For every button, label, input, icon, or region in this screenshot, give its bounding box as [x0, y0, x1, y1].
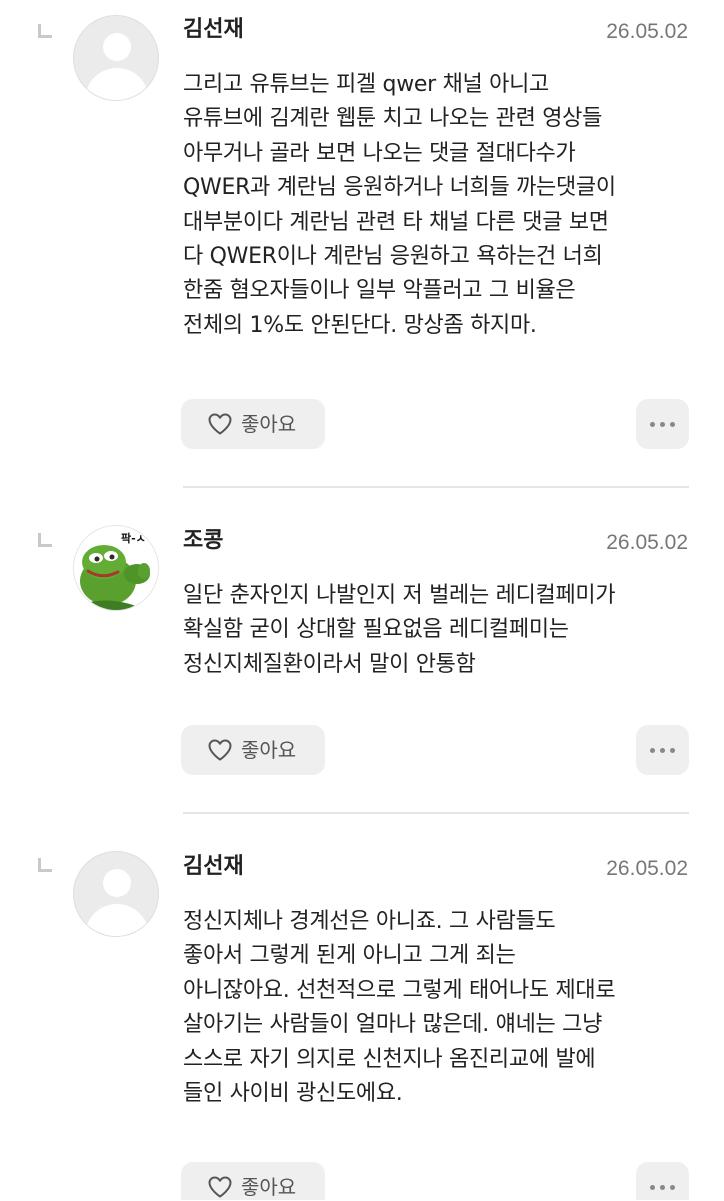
heart-icon	[208, 1176, 232, 1198]
avatar[interactable]	[73, 851, 159, 937]
like-button[interactable]: 좋아요	[181, 1162, 325, 1200]
comment-date: 26.05.02	[606, 857, 688, 880]
default-user-icon	[103, 869, 131, 897]
more-icon	[650, 1185, 655, 1190]
reply-indicator-icon	[38, 858, 52, 872]
like-label: 좋아요	[241, 1175, 297, 1199]
comment-author[interactable]: 김선재	[183, 852, 244, 882]
more-options-button[interactable]	[636, 1162, 689, 1200]
comment-text: 정신지체나 경계선은 아니죠. 그 사람들도 좋아서 그렇게 된게 아니고 그게…	[183, 909, 616, 1107]
comment-item: 김선재 26.05.02 정신지체나 경계선은 아니죠. 그 사람들도 좋아서 …	[0, 0, 724, 1200]
